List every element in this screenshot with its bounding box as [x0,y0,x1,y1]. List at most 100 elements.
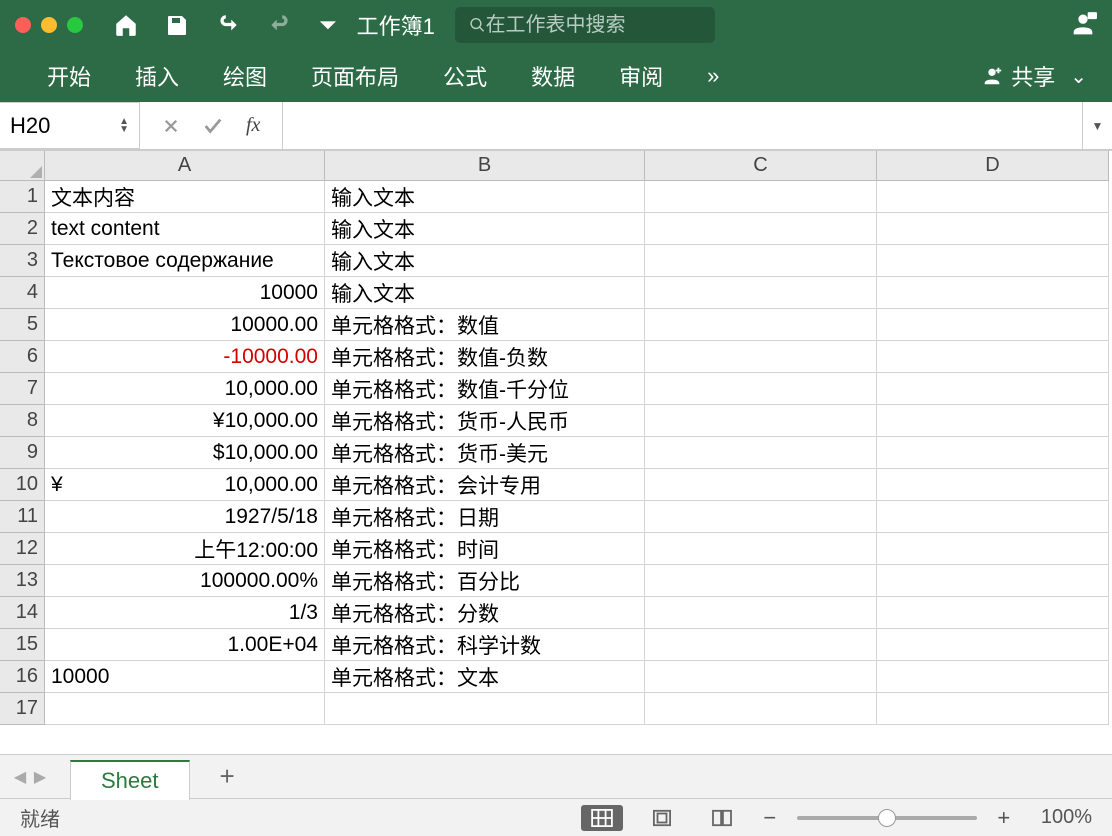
tab-insert[interactable]: 插入 [113,60,201,92]
cell[interactable] [645,373,877,405]
cell[interactable]: 输入文本 [325,277,645,309]
cell[interactable]: Текстовое содержание [45,245,325,277]
zoom-level[interactable]: 100% [1041,806,1092,829]
row-header[interactable]: 3 [0,245,45,277]
zoom-slider[interactable] [797,816,977,820]
cell[interactable]: 输入文本 [325,181,645,213]
cell[interactable]: 单元格格式：数值 [325,309,645,341]
cell[interactable] [877,533,1109,565]
tab-more[interactable]: » [685,63,741,89]
column-header[interactable]: C [645,151,877,181]
cell[interactable] [877,501,1109,533]
row-header[interactable]: 10 [0,469,45,501]
cell[interactable]: $10,000.00 [45,437,325,469]
cell[interactable]: 单元格格式：货币-人民币 [325,405,645,437]
cell[interactable]: 上午12:00:00 [45,533,325,565]
cell[interactable] [645,469,877,501]
name-box-down-icon[interactable]: ▼ [119,126,129,134]
cell[interactable] [877,245,1109,277]
tab-draw[interactable]: 绘图 [201,60,289,92]
cell[interactable]: 单元格格式：数值-负数 [325,341,645,373]
cell[interactable] [645,629,877,661]
view-page-layout-button[interactable] [641,805,683,831]
cell[interactable] [877,437,1109,469]
cell[interactable]: ¥10,000.00 [45,405,325,437]
view-page-break-button[interactable] [701,805,743,831]
cell[interactable] [645,309,877,341]
cell[interactable]: 1927/5/18 [45,501,325,533]
cell[interactable] [325,693,645,725]
undo-icon[interactable] [215,12,241,38]
cell[interactable] [645,565,877,597]
row-header[interactable]: 5 [0,309,45,341]
cell[interactable] [877,181,1109,213]
row-header[interactable]: 12 [0,533,45,565]
row-header[interactable]: 4 [0,277,45,309]
maximize-window-button[interactable] [67,17,83,33]
row-header[interactable]: 15 [0,629,45,661]
formula-input[interactable] [282,102,1082,149]
cell[interactable]: -10000.00 [45,341,325,373]
cell[interactable] [645,341,877,373]
row-header[interactable]: 7 [0,373,45,405]
zoom-in-button[interactable]: + [995,805,1013,831]
enter-formula-icon[interactable] [202,115,224,137]
qat-customize-icon[interactable]: ⏷ [319,12,337,38]
cell[interactable]: 单元格格式：文本 [325,661,645,693]
cell[interactable]: 单元格格式：分数 [325,597,645,629]
fx-label[interactable]: fx [246,114,260,137]
row-header[interactable]: 6 [0,341,45,373]
cell[interactable] [877,693,1109,725]
cancel-formula-icon[interactable] [162,117,180,135]
cell[interactable]: 10000.00 [45,309,325,341]
share-button[interactable]: 共享 [981,60,1055,92]
cell[interactable] [877,405,1109,437]
cell[interactable]: text content [45,213,325,245]
row-header[interactable]: 17 [0,693,45,725]
cell[interactable] [645,501,877,533]
column-header[interactable]: A [45,151,325,181]
zoom-slider-thumb[interactable] [878,809,896,827]
cell[interactable] [645,277,877,309]
cell[interactable]: 10000 [45,661,325,693]
tab-formulas[interactable]: 公式 [421,60,509,92]
tab-review[interactable]: 审阅 [597,60,685,92]
cell[interactable]: 100000.00% [45,565,325,597]
row-header[interactable]: 14 [0,597,45,629]
cell[interactable] [877,629,1109,661]
row-header[interactable]: 11 [0,501,45,533]
close-window-button[interactable] [15,17,31,33]
cell[interactable]: 单元格格式：数值-千分位 [325,373,645,405]
home-icon[interactable] [113,12,139,38]
cell[interactable]: 单元格格式：货币-美元 [325,437,645,469]
cell[interactable]: 单元格格式：会计专用 [325,469,645,501]
cell[interactable] [645,693,877,725]
cell[interactable] [877,277,1109,309]
cell[interactable] [877,565,1109,597]
row-header[interactable]: 16 [0,661,45,693]
sheet-tab-active[interactable]: Sheet [70,760,190,800]
row-header[interactable]: 2 [0,213,45,245]
cell[interactable]: 输入文本 [325,213,645,245]
cells-area[interactable]: 文本内容输入文本text content输入文本Текстовое содерж… [45,181,1112,754]
cell[interactable] [877,213,1109,245]
cell[interactable]: 文本内容 [45,181,325,213]
select-all-corner[interactable] [0,151,45,181]
name-box[interactable]: H20 ▲▼ [0,102,140,149]
cell[interactable]: 单元格格式：日期 [325,501,645,533]
cell[interactable] [877,309,1109,341]
cell[interactable] [645,533,877,565]
view-normal-button[interactable] [581,805,623,831]
save-icon[interactable] [165,13,189,37]
search-box[interactable] [455,7,715,43]
cell[interactable] [45,693,325,725]
row-header[interactable]: 13 [0,565,45,597]
row-header[interactable]: 1 [0,181,45,213]
tab-data[interactable]: 数据 [509,60,597,92]
cell[interactable]: 单元格格式：时间 [325,533,645,565]
cell[interactable] [645,661,877,693]
formula-bar-expand-icon[interactable]: ▼ [1082,102,1112,149]
cell[interactable] [877,341,1109,373]
cell[interactable] [877,661,1109,693]
cell[interactable] [645,437,877,469]
